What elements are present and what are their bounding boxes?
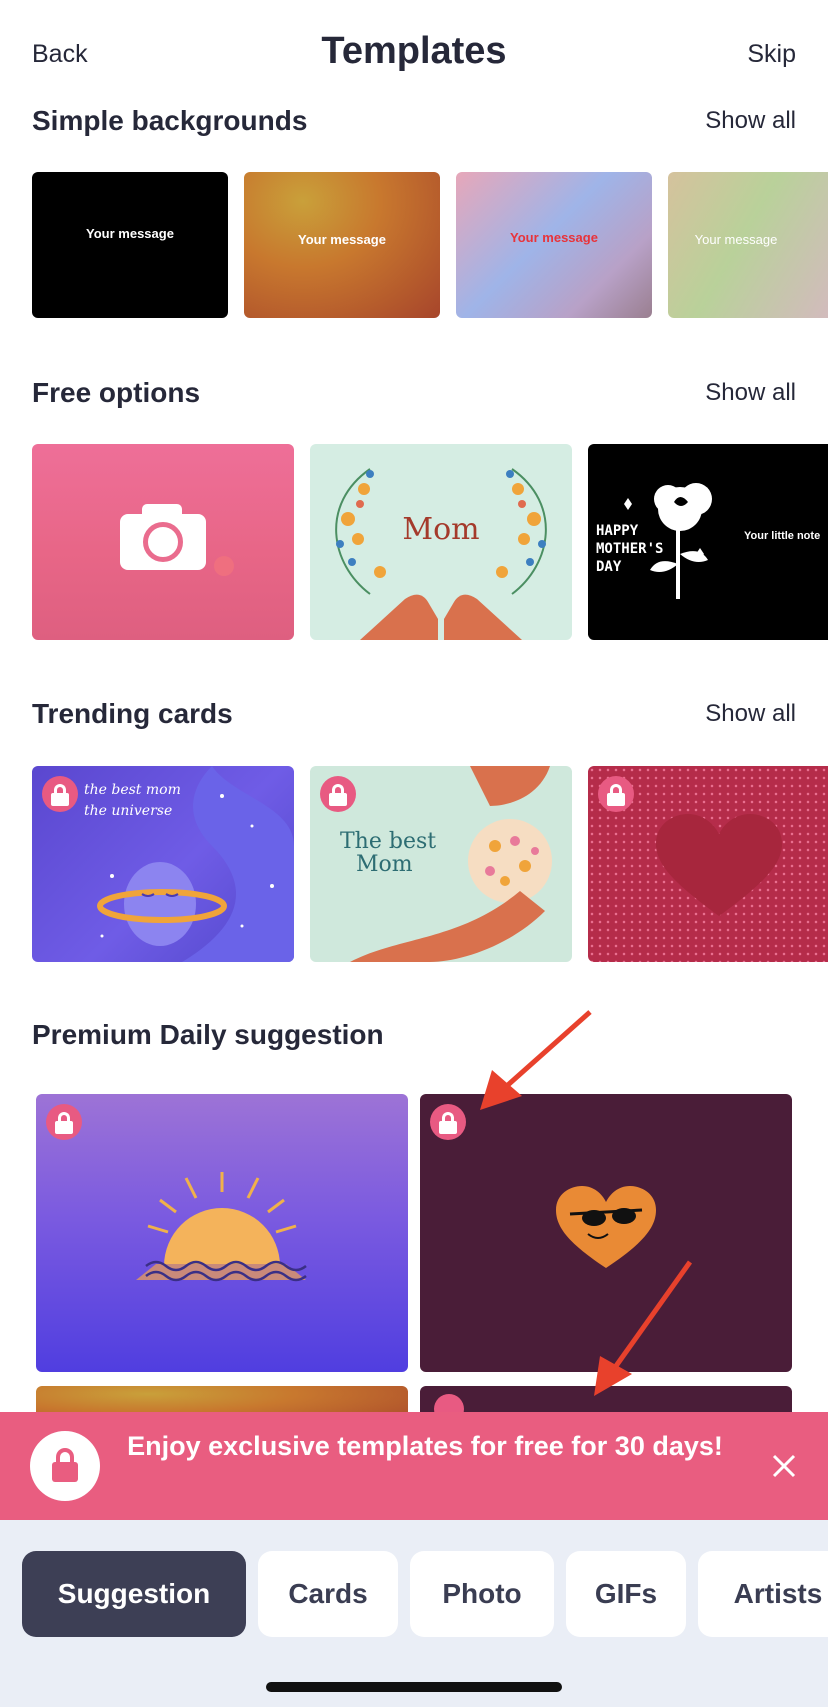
tab-gifs[interactable]: GIFs [566,1551,686,1637]
card-text: Mom [402,512,480,547]
annotation-arrow [594,1260,693,1396]
page-title: Templates [321,30,507,72]
show-all-free-options[interactable]: Show all [705,379,796,407]
card-message: Your message [694,232,778,247]
sunset-illustration [136,1172,307,1282]
promo-banner-text: Enjoy exclusive templates for free for 3… [127,1431,723,1461]
tab-artists[interactable]: Artists [698,1551,828,1637]
heart-icon [214,556,234,576]
trending-cards-row: the best mom the universe The best Mom [0,766,828,964]
template-card-green[interactable]: Your message [668,172,828,318]
show-all-trending-cards[interactable]: Show all [705,700,796,728]
card-text-line2: Mom [356,852,413,878]
template-card-sunset[interactable] [36,1094,408,1372]
card-text: The best Mom [340,830,436,876]
skip-button[interactable]: Skip [747,40,796,69]
template-card-pastel[interactable]: Your message [456,172,652,318]
template-card-mothers-day[interactable]: HAPPY MOTHER'S DAY Your little note [588,444,828,640]
card-note: Your little note [744,530,821,542]
template-card-space-mom[interactable]: the best mom the universe [32,766,294,962]
tab-cards[interactable]: Cards [258,1551,398,1637]
free-options-row: Mom HAPPY MOTHER'S DAY Your little note [0,444,828,642]
home-indicator [266,1682,562,1692]
template-card-black[interactable]: Your message [32,172,228,318]
section-title-free-options: Free options [32,377,201,408]
simple-backgrounds-row: Your message Your message Your message Y… [0,172,828,320]
card-art-text: HAPPY MOTHER'S DAY [596,523,664,575]
lock-icon [430,1104,466,1140]
camera-lens [143,522,183,562]
card-text: the best mom the universe [84,782,181,819]
card-message: Your message [86,226,174,241]
tab-photo[interactable]: Photo [410,1551,554,1637]
template-card-orange[interactable]: Your message [244,172,440,318]
category-tab-bar: Suggestion Cards Photo GIFs Artists [0,1520,828,1707]
tab-suggestion[interactable]: Suggestion [22,1551,246,1637]
annotation-arrow [480,1010,592,1110]
lock-icon [42,776,78,812]
promo-banner[interactable]: Enjoy exclusive templates for free for 3… [0,1412,828,1520]
template-card-mom[interactable]: Mom [310,444,572,640]
section-title-simple-backgrounds: Simple backgrounds [32,105,308,136]
header: Back Templates Skip [0,0,828,110]
close-icon[interactable] [768,1450,800,1482]
lock-icon [30,1431,100,1501]
template-card-photo[interactable] [32,444,294,640]
lock-icon [598,776,634,812]
section-title-premium-daily: Premium Daily suggestion [32,1019,384,1050]
card-message: Your message [510,230,598,245]
back-button[interactable]: Back [32,40,88,69]
card-message: Your message [298,232,386,247]
lock-icon [320,776,356,812]
template-card-heart[interactable] [588,766,828,962]
show-all-simple-backgrounds[interactable]: Show all [705,107,796,135]
template-card-best-mom[interactable]: The best Mom [310,766,572,962]
card-text-line1: The best [340,829,437,854]
section-title-trending-cards: Trending cards [32,698,233,729]
lock-icon [46,1104,82,1140]
